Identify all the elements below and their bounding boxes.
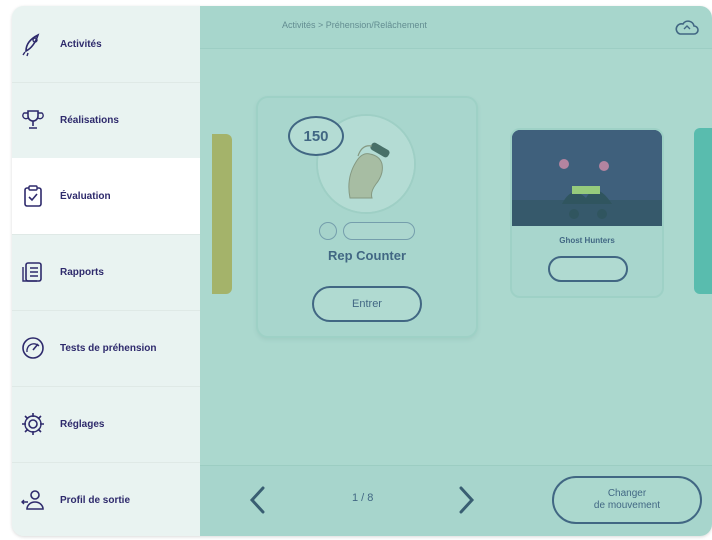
sidebar-item-reglages[interactable]: Réglages xyxy=(12,386,200,463)
sidebar-item-label: Réalisations xyxy=(60,114,119,126)
sidebar-item-label: Évaluation xyxy=(60,190,111,202)
sidebar-item-label: Rapports xyxy=(60,266,104,278)
sidebar-item-evaluation[interactable]: Évaluation xyxy=(12,158,200,235)
sidebar-item-label: Activités xyxy=(60,38,102,50)
dim-overlay[interactable] xyxy=(200,6,712,536)
sidebar-item-rapports[interactable]: Rapports xyxy=(12,234,200,311)
user-exit-icon xyxy=(20,487,46,513)
sidebar-item-label: Réglages xyxy=(60,418,105,430)
gauge-icon xyxy=(20,335,46,361)
clipboard-check-icon xyxy=(20,183,46,209)
report-icon xyxy=(20,259,46,285)
sidebar-item-activites[interactable]: Activités xyxy=(12,6,200,83)
sidebar-item-tests-prehension[interactable]: Tests de préhension xyxy=(12,310,200,387)
sidebar-item-label: Profil de sortie xyxy=(60,494,131,506)
sidebar-item-profil-sortie[interactable]: Profil de sortie xyxy=(12,462,200,536)
app-frame: Activités > Préhension/Relâchement 150 R… xyxy=(12,6,712,536)
sidebar-item-realisations[interactable]: Réalisations xyxy=(12,82,200,159)
trophy-icon xyxy=(20,107,46,133)
side-menu: Activités Réalisations Évaluation Rappor… xyxy=(12,6,200,536)
gear-icon xyxy=(20,411,46,437)
rocket-icon xyxy=(20,31,46,57)
sidebar-item-label: Tests de préhension xyxy=(60,342,157,354)
